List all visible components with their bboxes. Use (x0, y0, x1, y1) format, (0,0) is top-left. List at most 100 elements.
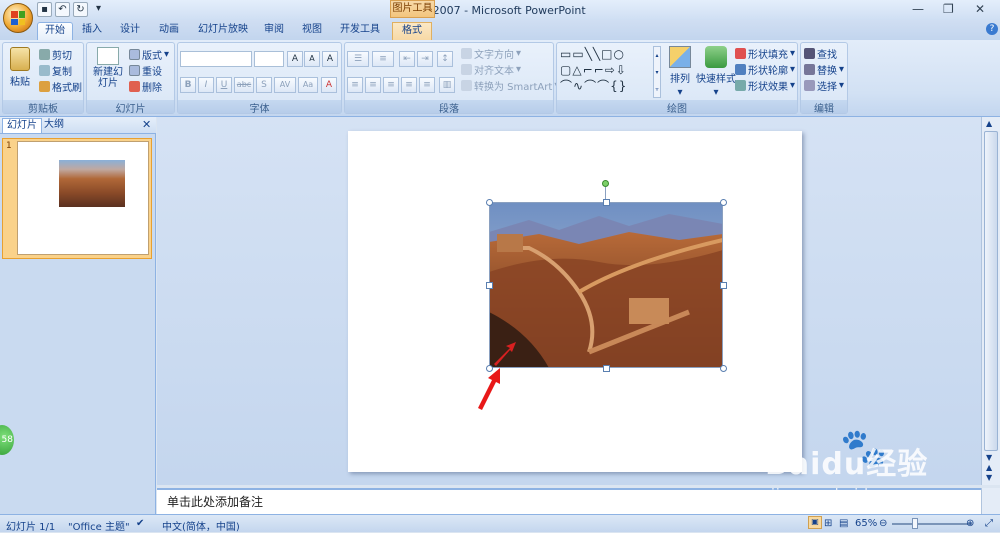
cut-button[interactable]: 剪切 (39, 47, 72, 62)
roundrect-shape-icon[interactable]: ▢ (560, 63, 572, 77)
align-text-button[interactable]: 对齐文本 ▾ (461, 62, 521, 77)
tab-outline-panel[interactable]: 大纲 (40, 118, 68, 133)
minimize-icon[interactable]: — (912, 2, 924, 16)
align-right-button[interactable]: ≡ (383, 77, 399, 93)
shrink-font-icon[interactable]: A (304, 51, 320, 67)
spellcheck-icon[interactable]: ✔ (136, 518, 144, 529)
reset-button[interactable]: 重设 (129, 63, 162, 78)
format-painter-button[interactable]: 格式刷 (39, 79, 82, 94)
scroll-thumb[interactable] (984, 131, 998, 451)
connector2-shape-icon[interactable]: ⌐ (594, 63, 605, 77)
normal-view-icon[interactable]: ▣ (808, 516, 822, 529)
line2-shape-icon[interactable]: ╲ (593, 47, 601, 61)
shape-fill-button[interactable]: 形状填充 ▾ (735, 46, 795, 61)
resize-handle-ml[interactable] (486, 282, 493, 289)
notes-scrollbar[interactable] (981, 488, 1000, 514)
tab-developer[interactable]: 开发工具 (338, 22, 382, 40)
brace-right-shape-icon[interactable]: } (619, 79, 628, 93)
resize-handle-tl[interactable] (486, 199, 493, 206)
zoom-slider-thumb[interactable] (912, 518, 918, 529)
delete-button[interactable]: 删除 (129, 79, 162, 94)
tab-review[interactable]: 审阅 (260, 22, 288, 40)
line-spacing-button[interactable]: ↕ (437, 51, 453, 67)
vertical-scrollbar[interactable]: ▲ ▼ ▲ ▼ (981, 117, 1000, 485)
char-spacing-button[interactable]: AV (274, 77, 296, 93)
zoom-out-icon[interactable]: ⊖ (879, 518, 887, 529)
down-arrow-shape-icon[interactable]: ⇩ (616, 63, 627, 77)
grow-font-icon[interactable]: A (287, 51, 303, 67)
tab-animations[interactable]: 动画 (155, 22, 183, 40)
close-icon[interactable]: ✕ (975, 2, 985, 16)
slide-thumbnail[interactable] (17, 141, 149, 255)
smartart-button[interactable]: 转换为 SmartArt▾ (461, 78, 559, 93)
tab-slides-panel[interactable]: 幻灯片 (2, 118, 42, 133)
scroll-up-icon[interactable]: ▲ (986, 119, 992, 128)
align-left-button[interactable]: ≡ (347, 77, 363, 93)
zoom-in-icon[interactable]: ⊕ (966, 518, 974, 529)
increase-indent-button[interactable]: ⇥ (417, 51, 433, 67)
zoom-slider[interactable] (892, 523, 972, 525)
tab-design[interactable]: 设计 (116, 22, 144, 40)
font-color-button[interactable]: A (321, 77, 337, 93)
zoom-level[interactable]: 65% (855, 518, 877, 529)
columns-button[interactable]: ▥ (439, 77, 455, 93)
numbering-button[interactable]: ≡ (372, 51, 394, 67)
line-shape-icon[interactable]: ╲ (585, 47, 593, 61)
rotate-handle[interactable] (602, 180, 609, 187)
oval-shape-icon[interactable]: ○ (614, 47, 625, 61)
quick-styles-button[interactable]: 快速样式 ▾ (695, 46, 737, 98)
align-center-button[interactable]: ≡ (365, 77, 381, 93)
rect-shape-icon[interactable]: □ (601, 47, 613, 61)
change-case-button[interactable]: Aa (298, 77, 318, 93)
close-panel-icon[interactable]: ✕ (142, 118, 151, 131)
select-button[interactable]: 选择 ▾ (804, 78, 844, 93)
slideshow-icon[interactable]: ▤ (839, 518, 848, 529)
tab-format[interactable]: 格式 (392, 22, 432, 40)
decrease-indent-button[interactable]: ⇤ (399, 51, 415, 67)
replace-button[interactable]: 替换 ▾ (804, 62, 844, 77)
office-button[interactable] (3, 3, 33, 33)
brace-left-shape-icon[interactable]: { (610, 79, 619, 93)
resize-handle-mr[interactable] (720, 282, 727, 289)
copy-button[interactable]: 复制 (39, 63, 72, 78)
clear-format-icon[interactable]: A (322, 51, 338, 67)
underline-button[interactable]: U (216, 77, 232, 93)
find-button[interactable]: 查找 (804, 46, 837, 61)
shapes-scroll[interactable]: ▴ ▾ ▿ (653, 46, 661, 98)
vtextbox-shape-icon[interactable]: ▭ (572, 47, 584, 61)
distribute-button[interactable]: ≡ (419, 77, 435, 93)
help-icon[interactable]: ? (986, 23, 998, 35)
fit-window-icon[interactable]: ⤢ (985, 518, 993, 529)
shapes-gallery[interactable]: ▭▭╲╲□○ ▢△⌐⌐⇨⇩ ⌒∿⌒⌒{} (560, 46, 652, 98)
text-direction-button[interactable]: 文字方向 ▾ (461, 46, 521, 61)
new-slide-button[interactable]: 新建幻灯片 (91, 47, 125, 89)
tab-home[interactable]: 开始 (37, 22, 73, 40)
triangle-shape-icon[interactable]: △ (572, 63, 582, 77)
resize-handle-bc[interactable] (603, 365, 610, 372)
scribble-shape-icon[interactable]: ⌒ (597, 79, 610, 93)
curve-shape-icon[interactable]: ∿ (573, 79, 584, 93)
arrange-button[interactable]: 排列 ▾ (667, 46, 693, 98)
freeform-shape-icon[interactable]: ⌒ (560, 79, 573, 93)
bullets-button[interactable]: ☰ (347, 51, 369, 67)
right-arrow-shape-icon[interactable]: ⇨ (605, 63, 616, 77)
arc-shape-icon[interactable]: ⌒ (584, 79, 597, 93)
font-size-box[interactable] (254, 51, 284, 67)
shadow-button[interactable]: S (256, 77, 272, 93)
connector-shape-icon[interactable]: ⌐ (583, 63, 594, 77)
justify-button[interactable]: ≡ (401, 77, 417, 93)
tab-view[interactable]: 视图 (298, 22, 326, 40)
tab-slideshow[interactable]: 幻灯片放映 (195, 22, 251, 40)
resize-handle-tc[interactable] (603, 199, 610, 206)
layout-button[interactable]: 版式 ▾ (129, 47, 169, 62)
font-name-box[interactable] (180, 51, 252, 67)
strikethrough-button[interactable]: abc (234, 77, 254, 93)
slide-thumbnail-selected[interactable]: 1 (2, 138, 152, 259)
textbox-shape-icon[interactable]: ▭ (560, 47, 572, 61)
bold-button[interactable]: B (180, 77, 196, 93)
shape-outline-button[interactable]: 形状轮廓 ▾ (735, 62, 795, 77)
resize-handle-tr[interactable] (720, 199, 727, 206)
shape-effects-button[interactable]: 形状效果 ▾ (735, 78, 795, 93)
restore-icon[interactable]: ❐ (943, 2, 954, 16)
tab-insert[interactable]: 插入 (78, 22, 106, 40)
